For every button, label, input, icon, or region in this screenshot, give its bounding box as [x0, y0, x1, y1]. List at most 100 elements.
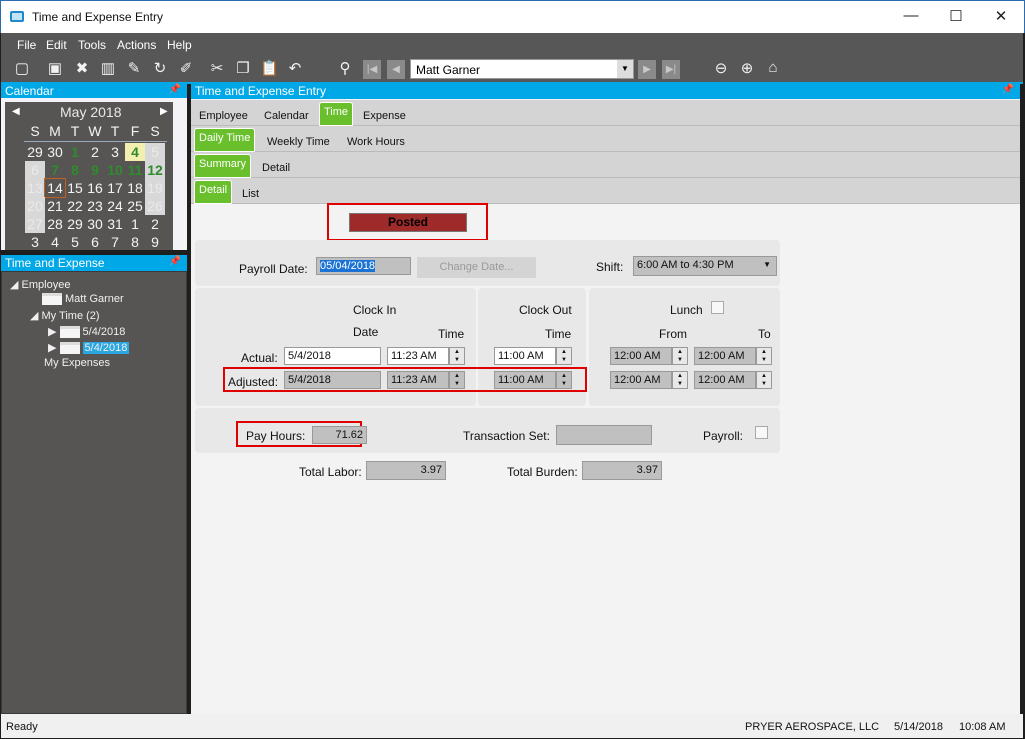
calendar-day[interactable]: 8	[125, 233, 145, 251]
paste-icon[interactable]: 📋	[260, 59, 279, 77]
shift-select[interactable]: 6:00 AM to 4:30 PM ▼	[633, 256, 777, 276]
calendar-day[interactable]: 10	[105, 161, 125, 179]
adjusted-date-field[interactable]: 5/4/2018	[284, 371, 381, 389]
change-date-button[interactable]: Change Date...	[417, 257, 536, 278]
last-record-button[interactable]: ▶|	[662, 60, 680, 79]
calendar-day[interactable]: 14	[44, 178, 66, 198]
transaction-set-field[interactable]	[556, 425, 652, 445]
actual-date-field[interactable]: 5/4/2018	[284, 347, 381, 365]
calendar-day[interactable]: 18	[125, 179, 145, 197]
menu-help[interactable]: Help	[167, 38, 192, 52]
calendar-day[interactable]: 8	[65, 161, 85, 179]
pin-icon[interactable]: 📌	[1002, 84, 1014, 95]
calendar-day[interactable]: 1	[65, 143, 85, 161]
tree-node-entry[interactable]: ▶ 5/4/2018	[48, 325, 125, 339]
tab-expense[interactable]: Expense	[363, 110, 406, 122]
calendar-day[interactable]: 15	[65, 179, 85, 197]
calendar-day[interactable]: 6	[25, 161, 45, 179]
calendar-day[interactable]: 7	[45, 161, 65, 179]
calendar-day[interactable]: 26	[145, 197, 165, 215]
actual-in-time-field[interactable]: 11:23 AM	[387, 347, 449, 365]
calendar-day[interactable]: 20	[25, 197, 45, 215]
adjusted-lunch-from-spinner[interactable]: ▲ ▼	[672, 371, 688, 389]
calendar-day[interactable]: 6	[85, 233, 105, 251]
new-icon[interactable]: ▢	[13, 59, 31, 77]
menu-actions[interactable]: Actions	[117, 38, 156, 52]
clear-icon[interactable]: ✐	[177, 59, 195, 77]
calendar-day[interactable]: 4	[125, 143, 145, 161]
refresh-icon[interactable]: ↻	[151, 59, 169, 77]
calendar-day[interactable]: 22	[65, 197, 85, 215]
actual-in-spinner[interactable]: ▲ ▼	[449, 347, 465, 365]
calendar-day[interactable]: 28	[45, 215, 65, 233]
tab-daily-time[interactable]: Daily Time	[194, 128, 256, 152]
calendar-day[interactable]: 9	[145, 233, 165, 251]
home-icon[interactable]: ⌂	[764, 59, 782, 76]
adjusted-lunch-from-field[interactable]: 12:00 AM	[610, 371, 672, 389]
adjusted-out-spinner[interactable]: ▲ ▼	[556, 371, 572, 389]
calendar-day[interactable]: 29	[65, 215, 85, 233]
first-record-button[interactable]: |◀	[363, 60, 381, 79]
maximize-button[interactable]: ☐	[946, 7, 966, 27]
menu-tools[interactable]: Tools	[78, 38, 106, 52]
calendar-day[interactable]: 19	[145, 179, 165, 197]
lunch-checkbox[interactable]	[711, 301, 724, 314]
tree-node-entry-selected[interactable]: ▶ 5/4/2018	[48, 341, 130, 355]
calendar-day[interactable]: 5	[65, 233, 85, 251]
adjusted-lunch-to-spinner[interactable]: ▲ ▼	[756, 371, 772, 389]
calendar-day[interactable]: 5	[145, 143, 165, 161]
undo-icon[interactable]: ↶	[286, 59, 304, 77]
back-icon[interactable]: ⊖	[712, 59, 730, 77]
menu-edit[interactable]: Edit	[46, 38, 67, 52]
actual-lunch-to-field[interactable]: 12:00 AM	[694, 347, 756, 365]
adjusted-in-spinner[interactable]: ▲ ▼	[449, 371, 465, 389]
calendar-day[interactable]: 9	[85, 161, 105, 179]
actual-lunch-to-spinner[interactable]: ▲ ▼	[756, 347, 772, 365]
next-record-button[interactable]: ▶	[638, 60, 656, 79]
cut-icon[interactable]: ✂	[208, 59, 226, 77]
book-icon[interactable]: ▥	[99, 59, 117, 77]
calendar-day[interactable]: 13	[25, 179, 45, 197]
adjusted-in-time-field[interactable]: 11:23 AM	[387, 371, 449, 389]
calendar-day[interactable]: 11	[125, 161, 145, 179]
actual-lunch-from-field[interactable]: 12:00 AM	[610, 347, 672, 365]
next-month-icon[interactable]: ▶	[160, 106, 168, 117]
attach-icon[interactable]: ✎	[125, 59, 143, 77]
save-icon[interactable]: ▣	[46, 59, 64, 77]
calendar-day[interactable]: 30	[85, 215, 105, 233]
delete-icon[interactable]: ✖	[73, 59, 91, 77]
employee-combo[interactable]: Matt Garner ▼	[410, 59, 634, 79]
calendar-day[interactable]: 21	[45, 197, 65, 215]
actual-out-time-field[interactable]: 11:00 AM	[494, 347, 556, 365]
calendar-day[interactable]: 24	[105, 197, 125, 215]
tree-node-employee-name[interactable]: Matt Garner	[42, 293, 124, 306]
calendar-day[interactable]: 30	[45, 143, 65, 161]
menu-file[interactable]: File	[17, 38, 36, 52]
search-icon[interactable]: ⚲	[336, 59, 354, 77]
minimize-button[interactable]: —	[901, 7, 921, 27]
payroll-checkbox[interactable]	[755, 426, 768, 439]
tab-detail[interactable]: Detail	[262, 162, 290, 174]
tab-summary[interactable]: Summary	[194, 154, 252, 178]
actual-out-spinner[interactable]: ▲ ▼	[556, 347, 572, 365]
calendar-day[interactable]: 1	[125, 215, 145, 233]
copy-icon[interactable]: ❐	[234, 59, 252, 77]
tree-node-my-expenses[interactable]: My Expenses	[44, 357, 110, 369]
calendar-day[interactable]: 25	[125, 197, 145, 215]
prev-record-button[interactable]: ◀	[387, 60, 405, 79]
calendar-day[interactable]: 3	[25, 233, 45, 251]
calendar-day[interactable]: 31	[105, 215, 125, 233]
adjusted-lunch-to-field[interactable]: 12:00 AM	[694, 371, 756, 389]
tree-node-employee[interactable]: ◢ Employee	[10, 278, 70, 291]
tab-time[interactable]: Time	[319, 102, 354, 126]
pin-icon[interactable]: 📌	[169, 256, 181, 267]
calendar-day[interactable]: 3	[105, 143, 125, 161]
calendar-day[interactable]: 12	[145, 161, 165, 179]
tab-calendar[interactable]: Calendar	[264, 110, 309, 122]
chevron-down-icon[interactable]: ▼	[617, 60, 633, 78]
tab-list[interactable]: List	[242, 188, 259, 200]
prev-month-icon[interactable]: ◀	[12, 106, 20, 117]
calendar-day[interactable]: 23	[85, 197, 105, 215]
calendar-day[interactable]: 4	[45, 233, 65, 251]
calendar-day[interactable]: 27	[25, 215, 45, 233]
